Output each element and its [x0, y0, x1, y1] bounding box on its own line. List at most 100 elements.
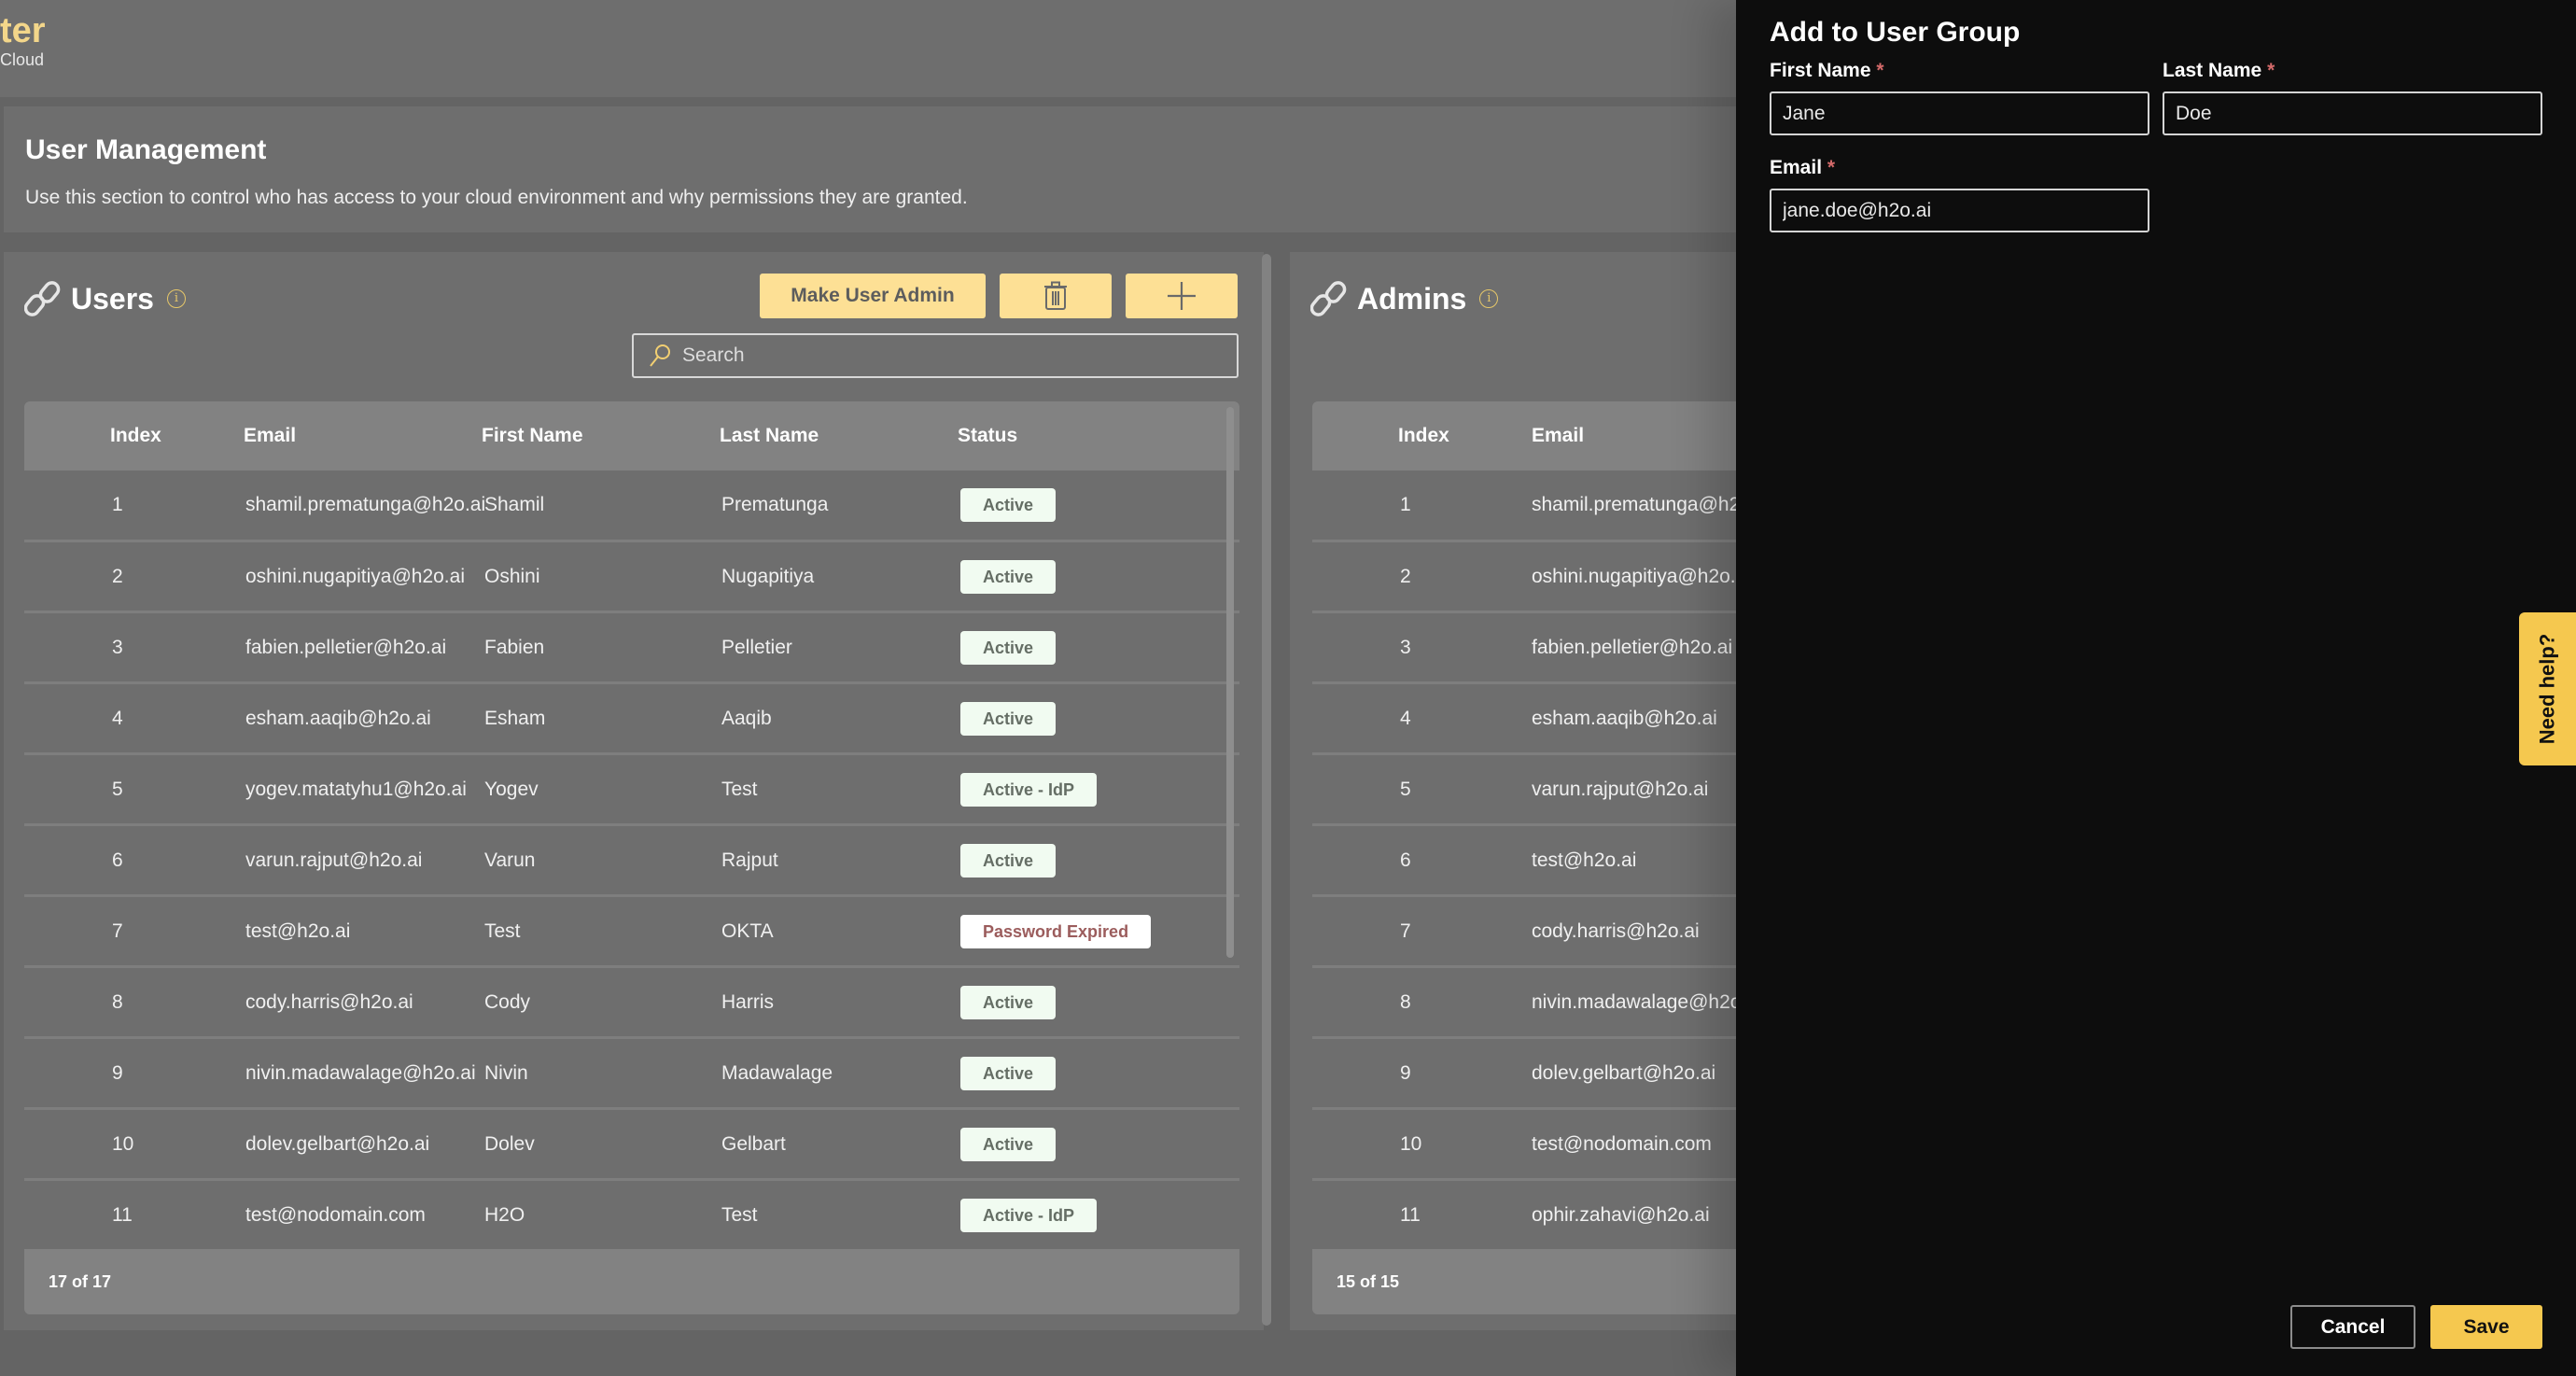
cell-first-name: Nivin — [484, 1061, 528, 1084]
status-badge: Active - IdP — [960, 1198, 1098, 1232]
save-button[interactable]: Save — [2430, 1305, 2542, 1349]
table-row[interactable]: 2 oshini.nugapitiya@h2o.ai — [1312, 540, 1736, 611]
status-badge: Active — [960, 1056, 1057, 1090]
cell-email: varun.rajput@h2o.ai — [1532, 778, 1709, 800]
table-row[interactable]: 6 varun.rajput@h2o.ai Varun Rajput Active — [24, 823, 1239, 894]
column-header-status[interactable]: Status — [958, 425, 1239, 447]
table-row[interactable]: 11 test@nodomain.com H2O Test Active - IdP — [24, 1178, 1239, 1249]
cell-last-name: Nugapitiya — [721, 565, 815, 587]
users-panel: Users i Make User Admin Index Ema — [4, 252, 1264, 1330]
top-bar: ter Cloud — [0, 0, 1736, 97]
column-header-last-name[interactable]: Last Name — [720, 425, 958, 447]
cell-last-name: Harris — [721, 990, 774, 1013]
cell-last-name: Test — [721, 778, 758, 800]
cell-email: oshini.nugapitiya@h2o.ai — [1532, 565, 1736, 587]
first-name-input[interactable] — [1770, 91, 2149, 135]
table-row[interactable]: 5 yogev.matatyhu1@h2o.ai Yogev Test Active -… — [24, 752, 1239, 823]
cell-index: 1 — [112, 494, 123, 515]
cell-last-name: Madawalage — [721, 1061, 833, 1084]
cell-email: dolev.gelbart@h2o.ai — [1532, 1061, 1716, 1084]
cell-index: 4 — [112, 707, 123, 729]
status-badge: Active — [960, 1127, 1057, 1161]
users-panel-header: Users i — [24, 280, 186, 317]
cell-first-name: Test — [484, 920, 521, 942]
users-table-footer: 17 of 17 — [24, 1249, 1239, 1314]
page-description: Use this section to control who has acce… — [25, 187, 968, 208]
make-user-admin-button[interactable]: Make User Admin — [760, 274, 986, 318]
cell-last-name: Gelbart — [721, 1132, 786, 1155]
cell-last-name: OKTA — [721, 920, 774, 942]
column-header-email[interactable]: Email — [1532, 425, 1736, 447]
panel-scrollbar[interactable] — [1262, 254, 1271, 1326]
delete-user-button[interactable] — [1000, 274, 1112, 318]
table-row[interactable]: 8 nivin.madawalage@h2o.ai — [1312, 965, 1736, 1036]
email-input[interactable] — [1770, 189, 2149, 232]
cell-index: 4 — [1400, 707, 1411, 729]
cell-email: shamil.prematunga@h2o.ai — [245, 494, 484, 515]
admins-table: Index Email 1 shamil.prematunga@h2o.ai 2 o… — [1312, 401, 1736, 1314]
cell-index: 5 — [112, 778, 123, 800]
page-title: User Management — [25, 134, 267, 165]
cell-index: 5 — [1400, 778, 1411, 800]
email-label: Email * — [1770, 157, 1836, 178]
table-row[interactable]: 11 ophir.zahavi@h2o.ai — [1312, 1178, 1736, 1249]
table-row[interactable]: 3 fabien.pelletier@h2o.ai — [1312, 611, 1736, 681]
cell-index: 10 — [1400, 1132, 1422, 1155]
admins-table-footer: 15 of 15 — [1312, 1249, 1736, 1314]
need-help-label: Need help? — [2535, 633, 2559, 745]
table-row[interactable]: 10 test@nodomain.com — [1312, 1107, 1736, 1178]
admins-panel: Admins i Index Email 1 shamil.prematunga@… — [1290, 252, 1736, 1330]
table-row[interactable]: 9 dolev.gelbart@h2o.ai — [1312, 1036, 1736, 1107]
link-icon — [1310, 281, 1347, 316]
info-icon[interactable]: i — [1479, 289, 1499, 308]
search-input[interactable] — [682, 344, 1205, 367]
last-name-label: Last Name * — [2163, 60, 2275, 81]
first-name-label: First Name * — [1770, 60, 1884, 81]
table-row[interactable]: 2 oshini.nugapitiya@h2o.ai Oshini Nugapitiy… — [24, 540, 1239, 611]
need-help-tab[interactable]: Need help? — [2519, 612, 2576, 765]
table-row[interactable]: 9 nivin.madawalage@h2o.ai Nivin Madawalage A… — [24, 1036, 1239, 1107]
required-marker: * — [2267, 60, 2275, 81]
cell-first-name: Oshini — [484, 565, 540, 587]
brand-title[interactable]: ter — [0, 11, 46, 51]
table-row[interactable]: 1 shamil.prematunga@h2o.ai — [1312, 470, 1736, 540]
info-icon[interactable]: i — [166, 289, 186, 308]
cell-email: ophir.zahavi@h2o.ai — [1532, 1203, 1710, 1226]
table-row[interactable]: 8 cody.harris@h2o.ai Cody Harris Active — [24, 965, 1239, 1036]
table-scrollbar[interactable] — [1226, 407, 1234, 958]
cell-email: varun.rajput@h2o.ai — [245, 849, 423, 871]
cell-first-name: Cody — [484, 990, 531, 1013]
table-row[interactable]: 7 test@h2o.ai Test OKTA Password Expired — [24, 894, 1239, 965]
table-row[interactable]: 10 dolev.gelbart@h2o.ai Dolev Gelbart Active — [24, 1107, 1239, 1178]
cancel-button[interactable]: Cancel — [2290, 1305, 2415, 1349]
cell-last-name: Pelletier — [721, 636, 792, 658]
cell-index: 2 — [1400, 565, 1411, 587]
cell-index: 7 — [1400, 920, 1411, 942]
column-header-index[interactable]: Index — [24, 425, 244, 447]
table-row[interactable]: 4 esham.aaqib@h2o.ai Esham Aaqib Active — [24, 681, 1239, 752]
table-row[interactable]: 6 test@h2o.ai — [1312, 823, 1736, 894]
cell-email: nivin.madawalage@h2o.ai — [245, 1061, 476, 1084]
table-row[interactable]: 7 cody.harris@h2o.ai — [1312, 894, 1736, 965]
status-badge: Active — [960, 630, 1057, 665]
column-header-email[interactable]: Email — [244, 425, 482, 447]
last-name-input[interactable] — [2163, 91, 2542, 135]
cell-email: test@h2o.ai — [245, 920, 351, 942]
cell-first-name: Yogev — [484, 778, 539, 800]
add-user-button[interactable] — [1126, 274, 1238, 318]
admins-panel-header: Admins i — [1310, 280, 1499, 317]
column-header-index[interactable]: Index — [1312, 425, 1532, 447]
table-row[interactable]: 1 shamil.prematunga@h2o.ai Shamil Prematung… — [24, 470, 1239, 540]
column-header-first-name[interactable]: First Name — [482, 425, 720, 447]
status-badge: Password Expired — [960, 914, 1152, 948]
search-field[interactable] — [632, 333, 1239, 378]
cell-index: 8 — [112, 990, 123, 1013]
table-row[interactable]: 3 fabien.pelletier@h2o.ai Fabien Pelletier A… — [24, 611, 1239, 681]
cell-index: 6 — [112, 849, 123, 871]
table-row[interactable]: 5 varun.rajput@h2o.ai — [1312, 752, 1736, 823]
cell-last-name: Prematunga — [721, 494, 829, 515]
cell-email: dolev.gelbart@h2o.ai — [245, 1132, 430, 1155]
cell-email: test@h2o.ai — [1532, 849, 1637, 871]
table-row[interactable]: 4 esham.aaqib@h2o.ai — [1312, 681, 1736, 752]
status-badge: Active - IdP — [960, 772, 1098, 807]
